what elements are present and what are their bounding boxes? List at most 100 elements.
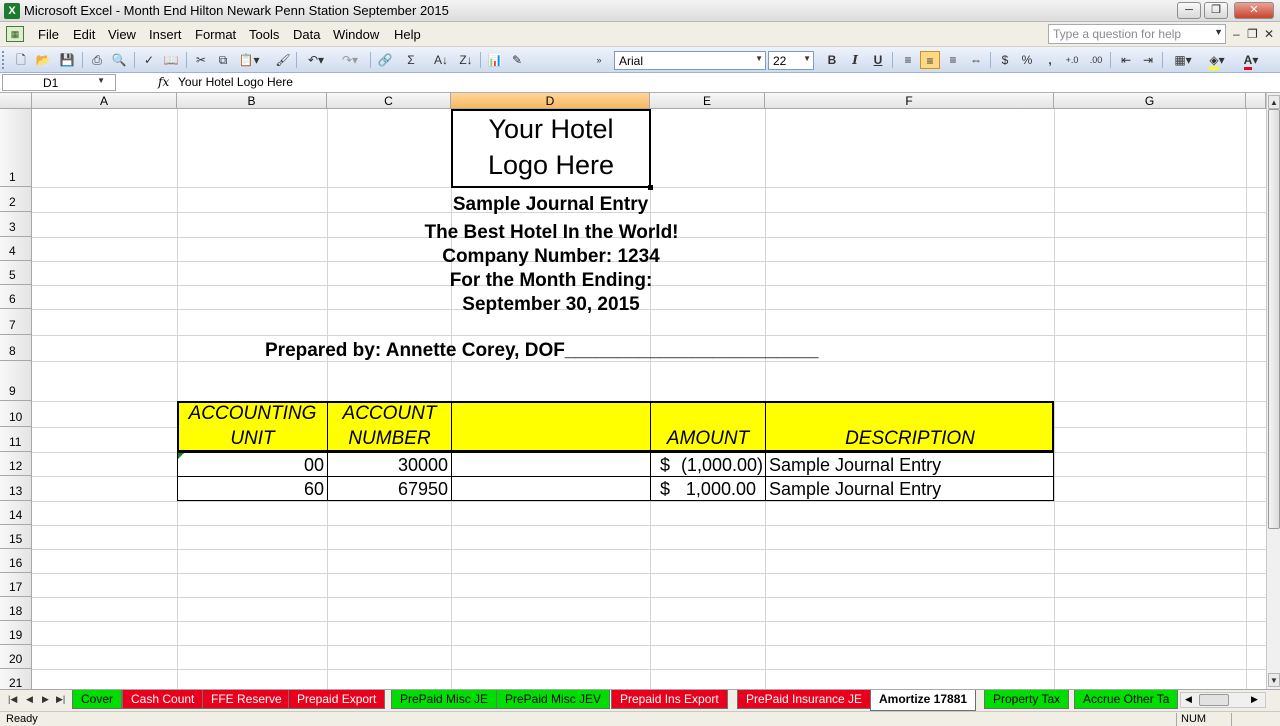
redo-icon[interactable]: ↷▾: [336, 51, 364, 69]
menu-format[interactable]: Format: [195, 27, 236, 42]
entry-2-account[interactable]: 67950: [328, 479, 448, 500]
entry-2-description[interactable]: Sample Journal Entry: [769, 479, 941, 500]
sort-descending-icon[interactable]: Z↓: [455, 51, 477, 69]
row-header-9[interactable]: 9: [0, 361, 32, 401]
underline-button[interactable]: U: [869, 51, 887, 69]
percent-button[interactable]: %: [1018, 51, 1036, 69]
scroll-up-icon[interactable]: ▲: [1268, 95, 1280, 109]
entry-1-unit[interactable]: 00: [178, 455, 324, 476]
row-header-12[interactable]: 12: [0, 452, 32, 476]
save-icon[interactable]: 💾: [58, 51, 76, 69]
row-header-13[interactable]: 13: [0, 476, 32, 501]
scroll-right-icon[interactable]: ▶: [1251, 694, 1258, 705]
entry-2-amount[interactable]: 1,000.00: [651, 479, 756, 500]
name-box[interactable]: D1 ▼: [2, 74, 116, 91]
align-right-icon[interactable]: ≡: [943, 51, 963, 69]
workbook-minimize-icon[interactable]: –: [1233, 27, 1240, 41]
research-icon[interactable]: 📖: [162, 51, 180, 69]
column-header-d[interactable]: D: [451, 93, 650, 109]
sheet-tab-prepaid-export[interactable]: Prepaid Export: [288, 690, 386, 709]
row-header-4[interactable]: 4: [0, 237, 32, 261]
workbook-icon[interactable]: ▦: [6, 26, 24, 42]
column-header-h[interactable]: [1246, 93, 1266, 109]
workbook-close-icon[interactable]: ✕: [1264, 27, 1274, 41]
hscroll-thumb[interactable]: [1199, 694, 1229, 706]
sheet-tab-ffe-reserve[interactable]: FFE Reserve: [202, 690, 291, 709]
sheet-tab-cash-count[interactable]: Cash Count: [122, 690, 204, 709]
align-center-icon[interactable]: ≡: [920, 51, 940, 69]
row-header-18[interactable]: 18: [0, 597, 32, 621]
align-left-icon[interactable]: ≡: [898, 51, 918, 69]
chevron-down-icon[interactable]: ▼: [755, 54, 763, 63]
row-header-1[interactable]: 1: [0, 109, 32, 187]
vertical-scrollbar[interactable]: ▲ ▼: [1266, 93, 1280, 689]
menu-edit[interactable]: Edit: [73, 27, 95, 42]
row-header-16[interactable]: 16: [0, 549, 32, 573]
menu-data[interactable]: Data: [293, 27, 320, 42]
print-preview-icon[interactable]: 🔍: [110, 51, 128, 69]
column-header-g[interactable]: G: [1054, 93, 1246, 109]
bold-button[interactable]: B: [823, 51, 841, 69]
minimize-button[interactable]: ─: [1177, 2, 1201, 19]
spelling-icon[interactable]: ✓: [140, 51, 158, 69]
row-header-6[interactable]: 6: [0, 285, 32, 309]
row-header-7[interactable]: 7: [0, 309, 32, 335]
menu-view[interactable]: View: [108, 27, 136, 42]
cut-icon[interactable]: ✂: [192, 51, 210, 69]
sheet-tab-property-tax[interactable]: Property Tax: [984, 690, 1070, 709]
row-header-19[interactable]: 19: [0, 621, 32, 645]
column-header-c[interactable]: C: [327, 93, 451, 109]
fill-color-icon[interactable]: ◈▾: [1202, 51, 1232, 70]
scroll-down-icon[interactable]: ▼: [1268, 673, 1280, 687]
autosum-icon[interactable]: Σ: [398, 51, 424, 69]
entry-1-description[interactable]: Sample Journal Entry: [769, 455, 941, 476]
new-icon[interactable]: 🗋: [12, 51, 30, 69]
toolbar-options-icon[interactable]: »: [594, 51, 604, 69]
currency-button[interactable]: $: [996, 51, 1014, 69]
row-header-20[interactable]: 20: [0, 645, 32, 669]
sheet-tab-prepaid-insurance-je[interactable]: PrePaid Insurance JE: [737, 690, 872, 709]
sheet-tab-cover[interactable]: Cover: [72, 690, 123, 709]
row-header-14[interactable]: 14: [0, 501, 32, 525]
sheet-tab-prepaid-ins-export[interactable]: Prepaid Ins Export: [611, 690, 728, 709]
hotel-logo-placeholder[interactable]: Your Hotel Logo Here: [451, 109, 651, 188]
sheet-tab-prepaid-misc-je[interactable]: PrePaid Misc JE: [391, 690, 498, 709]
row-header-8[interactable]: 8: [0, 335, 32, 361]
borders-icon[interactable]: ▦▾: [1168, 51, 1198, 69]
close-button[interactable]: ✕: [1234, 2, 1274, 19]
chevron-down-icon[interactable]: ▼: [97, 76, 105, 85]
workbook-restore-icon[interactable]: ❐: [1247, 27, 1258, 41]
row-header-11[interactable]: 11: [0, 427, 32, 452]
prev-sheet-icon[interactable]: ◀: [26, 694, 33, 705]
row-header-2[interactable]: 2: [0, 187, 32, 212]
format-painter-icon[interactable]: 🖌: [274, 51, 292, 69]
entry-1-account[interactable]: 30000: [328, 455, 448, 476]
chevron-down-icon[interactable]: ▼: [803, 54, 811, 63]
row-header-5[interactable]: 5: [0, 261, 32, 285]
increase-decimal-icon[interactable]: +.0: [1062, 51, 1082, 69]
merge-center-icon[interactable]: ⇔: [966, 51, 986, 69]
menu-file[interactable]: File: [38, 27, 59, 42]
sheet-tab-amortize-17881[interactable]: Amortize 17881: [870, 690, 977, 711]
spreadsheet-grid[interactable]: A B C D E F G 1 2 3 4 5 6 7 8 9 10 11 12…: [0, 93, 1266, 689]
toolbar-grip[interactable]: [2, 51, 6, 69]
column-header-e[interactable]: E: [650, 93, 765, 109]
entry-2-unit[interactable]: 60: [178, 479, 324, 500]
menu-window[interactable]: Window: [333, 27, 379, 42]
column-header-f[interactable]: F: [765, 93, 1054, 109]
chevron-down-icon[interactable]: ▼: [1214, 27, 1223, 37]
open-icon[interactable]: 📂: [34, 51, 52, 69]
last-sheet-icon[interactable]: ▶|: [56, 694, 65, 705]
font-color-icon[interactable]: A▾: [1236, 51, 1266, 70]
insert-function-icon[interactable]: fx: [158, 75, 169, 89]
row-header-3[interactable]: 3: [0, 212, 32, 237]
row-header-21[interactable]: 21: [0, 669, 32, 689]
select-all-corner[interactable]: [0, 93, 32, 109]
drawing-icon[interactable]: ✎: [508, 51, 526, 69]
first-sheet-icon[interactable]: |◀: [8, 694, 17, 705]
column-header-a[interactable]: A: [32, 93, 177, 109]
decrease-decimal-icon[interactable]: .00: [1086, 51, 1106, 69]
fill-handle[interactable]: [648, 185, 653, 190]
row-header-15[interactable]: 15: [0, 525, 32, 549]
menu-insert[interactable]: Insert: [149, 27, 182, 42]
